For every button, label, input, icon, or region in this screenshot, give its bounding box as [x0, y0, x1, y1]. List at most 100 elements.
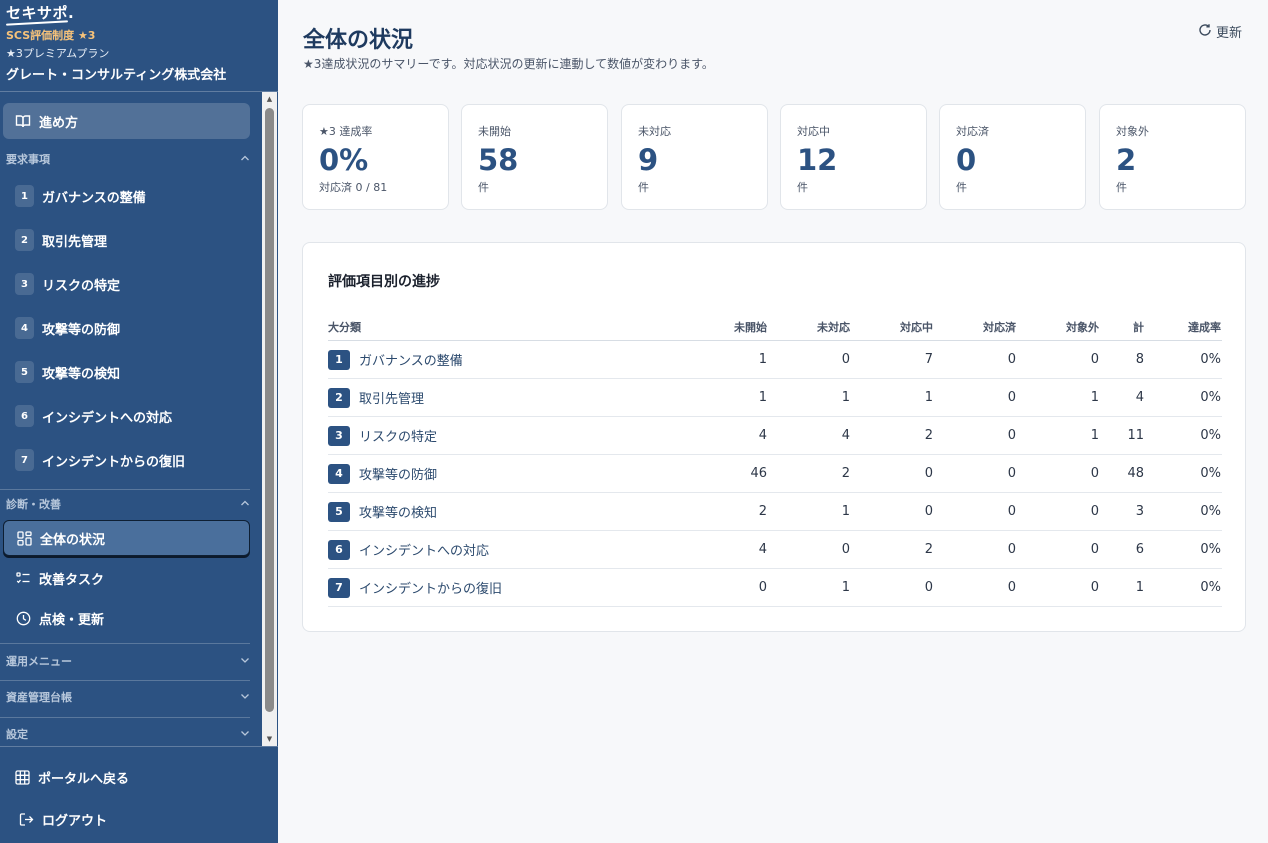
category-number-badge: 5	[328, 501, 350, 522]
rate-cell: 0%	[1200, 428, 1221, 443]
card-value: 0	[956, 143, 977, 177]
logout-button[interactable]: ログアウト	[19, 808, 107, 830]
portal-back-button[interactable]: ポータルへ戻る	[15, 766, 129, 788]
table-row[interactable]: 6 インシデントへの対応 4 0 2 0 0 6 0%	[328, 531, 1222, 569]
category-name[interactable]: インシデントからの復旧	[359, 578, 502, 597]
sidebar-item-requirement-5[interactable]: 5 攻撃等の検知	[3, 354, 250, 390]
category-cell: 2 取引先管理	[328, 379, 424, 416]
section-settings[interactable]: 設定	[6, 726, 250, 742]
category-cell: 7 インシデントからの復旧	[328, 569, 502, 606]
task-list-icon	[15, 570, 31, 586]
column-header-done: 対応済	[983, 321, 1016, 334]
card-value: 9	[638, 143, 659, 177]
excluded-cell: 0	[1090, 542, 1099, 557]
category-name[interactable]: ガバナンスの整備	[359, 350, 463, 369]
refresh-button[interactable]: 更新	[1198, 22, 1242, 41]
table-row[interactable]: 4 攻撃等の防御 46 2 0 0 0 48 0%	[328, 455, 1222, 493]
main-content: 全体の状況 ★3達成状況のサマリーです。対応状況の更新に連動して数値が変わります…	[278, 0, 1268, 843]
section-diagnosis-label: 診断・改善	[6, 498, 61, 511]
category-cell: 6 インシデントへの対応	[328, 531, 489, 568]
section-requirements-label: 要求事項	[6, 153, 50, 166]
excluded-cell: 0	[1090, 504, 1099, 519]
sidebar-item-requirement-6[interactable]: 6 インシデントへの対応	[3, 398, 250, 434]
refresh-icon	[1198, 23, 1212, 41]
card-label: 対応済	[956, 125, 989, 138]
done-cell: 0	[1007, 504, 1016, 519]
page-subtitle: ★3達成状況のサマリーです。対応状況の更新に連動して数値が変わります。	[303, 57, 714, 71]
section-assets[interactable]: 資産管理台帳	[6, 689, 250, 705]
section-operations[interactable]: 運用メニュー	[6, 653, 250, 669]
brand-logo: セキサポ.	[5, 2, 74, 26]
done-cell: 0	[1007, 352, 1016, 367]
sidebar-item-requirement-7[interactable]: 7 インシデントからの復旧	[3, 442, 250, 478]
table-row[interactable]: 1 ガバナンスの整備 1 0 7 0 0 8 0%	[328, 341, 1222, 379]
table-row[interactable]: 5 攻撃等の検知 2 1 0 0 0 3 0%	[328, 493, 1222, 531]
scroll-thumb[interactable]	[265, 108, 274, 712]
requirement-label: ガバナンスの整備	[42, 190, 146, 206]
requirement-number-badge: 5	[15, 361, 34, 383]
refresh-label: 更新	[1216, 26, 1243, 41]
card-label: ★3 達成率	[319, 125, 373, 138]
total-cell: 11	[1127, 428, 1144, 443]
section-divider	[0, 489, 250, 490]
card-value: 58	[478, 143, 519, 177]
excluded-cell: 0	[1090, 580, 1099, 595]
not-started-cell: 1	[758, 390, 767, 405]
total-cell: 3	[1135, 504, 1144, 519]
card-unit: 件	[797, 181, 808, 194]
unhandled-cell: 1	[841, 504, 850, 519]
sidebar-item-review[interactable]: 点検・更新	[3, 600, 250, 636]
in-progress-cell: 7	[924, 352, 933, 367]
scroll-up-arrow-icon[interactable]: ▲	[262, 92, 277, 106]
sidebar-item-requirement-3[interactable]: 3 リスクの特定	[3, 266, 250, 302]
requirement-label: 攻撃等の防御	[42, 322, 121, 338]
nav-scroll-area: 進め方 要求事項 1 ガバナンスの整備 2 取引先管理 3 リスクの特定 4 攻撃等の防…	[0, 92, 262, 746]
sidebar-item-requirement-4[interactable]: 4 攻撃等の防御	[3, 310, 250, 346]
not-started-cell: 46	[750, 466, 767, 481]
card-value: 0%	[319, 143, 369, 177]
section-divider	[0, 717, 250, 718]
category-name[interactable]: 取引先管理	[359, 388, 424, 407]
category-number-badge: 6	[328, 539, 350, 560]
category-name[interactable]: 攻撃等の防御	[359, 464, 437, 483]
unhandled-cell: 1	[841, 390, 850, 405]
sidebar-item-requirement-1[interactable]: 1 ガバナンスの整備	[3, 178, 250, 214]
column-header-not-started: 未開始	[734, 321, 767, 334]
clock-icon	[15, 610, 31, 626]
sidebar-item-requirement-2[interactable]: 2 取引先管理	[3, 222, 250, 258]
chevron-up-icon	[240, 153, 250, 166]
column-header-in-progress: 対応中	[900, 321, 933, 334]
dashboard-grid-icon	[16, 530, 32, 546]
category-cell: 3 リスクの特定	[328, 417, 437, 454]
requirement-number-badge: 3	[15, 273, 34, 295]
nav-guide-label: 進め方	[39, 115, 79, 131]
category-name[interactable]: インシデントへの対応	[359, 540, 489, 559]
section-diagnosis[interactable]: 診断・改善	[6, 496, 250, 512]
excluded-cell: 0	[1090, 352, 1099, 367]
rate-cell: 0%	[1200, 352, 1221, 367]
done-cell: 0	[1007, 390, 1016, 405]
done-cell: 0	[1007, 542, 1016, 557]
section-operations-label: 運用メニュー	[6, 655, 72, 668]
requirement-label: リスクの特定	[42, 278, 121, 294]
category-cell: 1 ガバナンスの整備	[328, 341, 463, 378]
sidebar-item-tasks[interactable]: 改善タスク	[3, 560, 250, 596]
chevron-up-icon	[240, 498, 250, 511]
sidebar-scrollbar[interactable]: ▲ ▼	[262, 92, 277, 746]
sidebar-item-overview[interactable]: 全体の状況	[3, 520, 250, 556]
summary-cards: ★3 達成率 0% 対応済 0 / 81 未開始 58 件 未対応 9 件 対応…	[302, 104, 1246, 210]
section-requirements[interactable]: 要求事項	[6, 151, 250, 167]
requirement-label: 取引先管理	[42, 234, 108, 250]
requirement-number-badge: 2	[15, 229, 34, 251]
table-row[interactable]: 2 取引先管理 1 1 1 0 1 4 0%	[328, 379, 1222, 417]
section-assets-label: 資産管理台帳	[6, 691, 72, 704]
requirement-number-badge: 7	[15, 449, 34, 471]
card-excluded: 対象外 2 件	[1099, 104, 1246, 210]
nav-guide[interactable]: 進め方	[3, 103, 250, 139]
scroll-down-arrow-icon[interactable]: ▼	[262, 732, 277, 746]
category-name[interactable]: 攻撃等の検知	[359, 502, 437, 521]
table-row[interactable]: 3 リスクの特定 4 4 2 0 1 11 0%	[328, 417, 1222, 455]
table-row[interactable]: 7 インシデントからの復旧 0 1 0 0 0 1 0%	[328, 569, 1222, 607]
category-name[interactable]: リスクの特定	[359, 426, 437, 445]
card-label: 未開始	[478, 125, 511, 138]
